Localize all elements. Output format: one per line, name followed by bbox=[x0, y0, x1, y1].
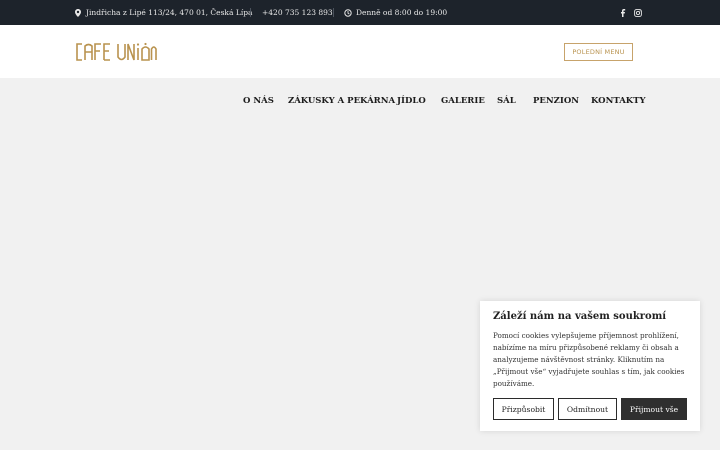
address-text: Jindřicha z Lipé 113/24, 470 01, Česká L… bbox=[86, 8, 253, 17]
cookie-title: Záleží nám na vašem soukromí bbox=[493, 311, 667, 322]
facebook-icon[interactable] bbox=[620, 0, 626, 25]
map-pin-icon bbox=[74, 8, 82, 17]
customize-button[interactable]: Přizpůsobit bbox=[493, 398, 554, 420]
nav-item-kontakty[interactable]: KONTAKTY bbox=[591, 96, 646, 106]
instagram-icon[interactable] bbox=[634, 0, 642, 25]
phone-text[interactable]: +420 735 123 893 bbox=[262, 8, 333, 17]
hours-text: Denně od 8:00 do 19:00 bbox=[356, 8, 448, 17]
cookie-text: Pomocí cookies vylepšujeme příjemnost pr… bbox=[493, 331, 685, 388]
nav-item-o-nas[interactable]: O NÁS bbox=[243, 96, 274, 106]
lunch-menu-button[interactable]: POLEDNÍ MENU bbox=[564, 43, 633, 61]
phone-item[interactable]: +420 735 123 893 bbox=[262, 0, 333, 25]
nav-item-penzion[interactable]: PENZION bbox=[533, 96, 579, 106]
accept-all-button[interactable]: Přijmout vše bbox=[621, 398, 687, 420]
nav-item-jidlo[interactable]: JÍDLO bbox=[397, 96, 426, 106]
clock-icon bbox=[344, 8, 352, 17]
nav-item-zakusky-a-pekarna[interactable]: ZÁKUSKY A PEKÁRNA bbox=[288, 96, 395, 106]
cafe-union-logo[interactable] bbox=[74, 41, 158, 63]
hours-item: Denně od 8:00 do 19:00 bbox=[344, 0, 447, 25]
reject-button[interactable]: Odmítnout bbox=[558, 398, 617, 420]
nav-item-galerie[interactable]: GALERIE bbox=[441, 96, 485, 106]
cookie-consent-dialog: Záleží nám na vašem soukromí Pomocí cook… bbox=[480, 301, 700, 431]
nav-item-sal[interactable]: SÁL bbox=[497, 96, 516, 106]
top-info-bar: Jindřicha z Lipé 113/24, 470 01, Česká L… bbox=[0, 0, 720, 25]
address-item: Jindřicha z Lipé 113/24, 470 01, Česká L… bbox=[74, 0, 253, 25]
